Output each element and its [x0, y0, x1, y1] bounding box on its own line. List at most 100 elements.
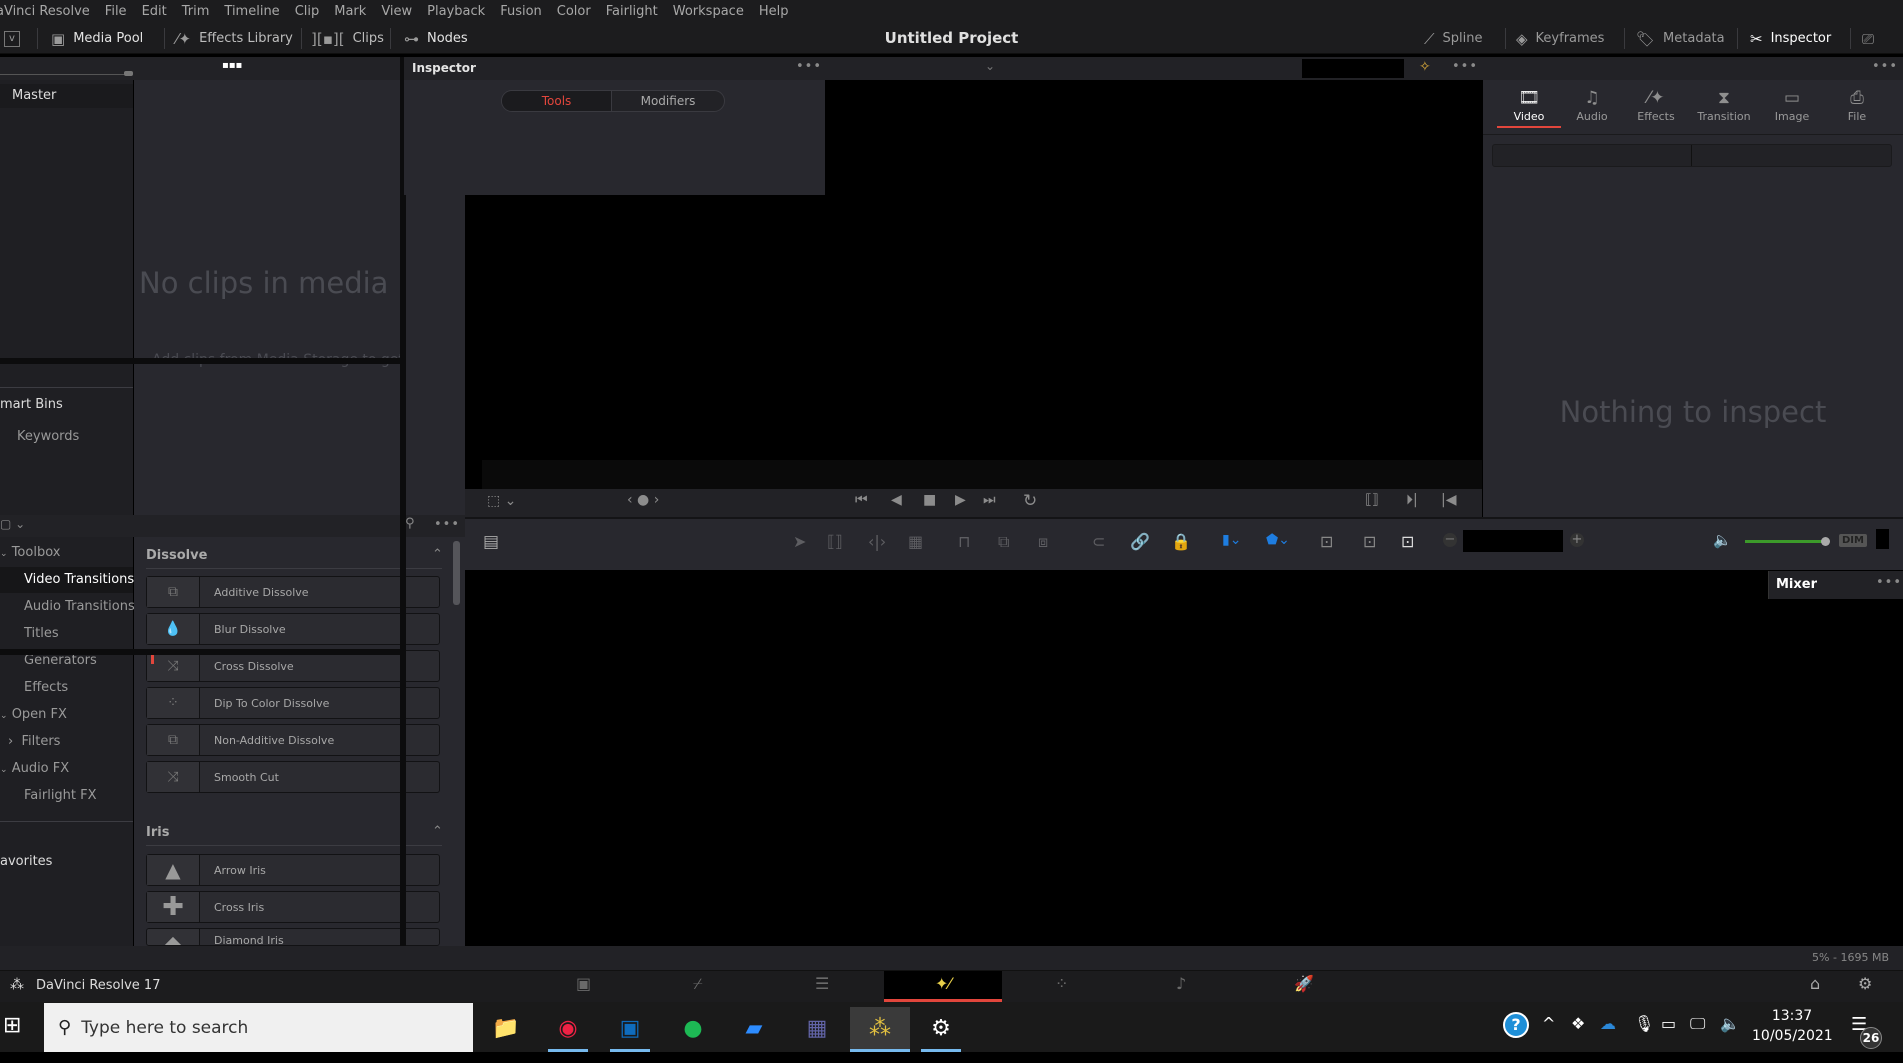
effect-smooth-cut[interactable]: ⤨ Smooth Cut	[146, 761, 440, 793]
home-icon[interactable]: ⌂	[1810, 974, 1820, 993]
effect-non-additive-dissolve[interactable]: ⧉ Non-Additive Dissolve	[146, 724, 440, 756]
insert-clip-icon[interactable]: ⊓	[958, 532, 970, 551]
zoom-slider-handle[interactable]	[124, 71, 133, 76]
tree-video-transitions[interactable]: Video Transitions	[0, 567, 134, 593]
settings-icon[interactable]: ⚙	[916, 1007, 966, 1052]
timecode-field[interactable]	[1302, 59, 1404, 78]
inspector-tab-audio[interactable]: ♫ Audio	[1560, 88, 1624, 123]
tree-filters[interactable]: › Filters	[8, 734, 60, 749]
loop-icon[interactable]: ↻	[1023, 491, 1037, 511]
menu-timeline[interactable]: Timeline	[224, 4, 279, 19]
next-edit-icon[interactable]: ⏵|	[1406, 492, 1418, 508]
zoom-full-icon[interactable]: ⊡	[1320, 532, 1333, 551]
timeline-view-options-icon[interactable]: ▤	[483, 532, 499, 552]
viewer-size-icon[interactable]: ⬚ ⌄	[487, 493, 516, 509]
inspector-tab-transition[interactable]: ⧗ Transition	[1692, 88, 1756, 123]
effect-dip-to-color[interactable]: ⁘ Dip To Color Dissolve	[146, 687, 440, 719]
menu-color[interactable]: Color	[557, 4, 591, 19]
nodes-button[interactable]: ⊶ Nodes	[404, 23, 468, 54]
outlook-icon[interactable]: ▣	[605, 1007, 655, 1052]
thumbnail-view-icon[interactable]: ▪▪▪	[222, 60, 242, 71]
page-fairlight-icon[interactable]: ♪	[1176, 974, 1186, 993]
selection-tool-icon[interactable]: ➤	[793, 532, 806, 551]
effects-options-icon[interactable]: •••	[434, 517, 460, 532]
flag-icon[interactable]: ▮⌄	[1222, 532, 1241, 548]
volume-icon[interactable]: 🔈	[1720, 1014, 1740, 1033]
battery-icon[interactable]: ▭	[1661, 1014, 1676, 1033]
effects-library-button[interactable]: ⁄✦ Effects Library	[176, 23, 293, 54]
inspector-tab-file[interactable]: ⎙ File	[1825, 88, 1889, 123]
inspector-options-icon[interactable]: •••	[1872, 59, 1898, 74]
clips-button[interactable]: ][▪][Clips	[311, 23, 384, 54]
previous-edit-icon[interactable]: |◀	[1441, 492, 1456, 508]
mixer-options-icon[interactable]: •••	[1876, 575, 1902, 590]
menu-workspace[interactable]: Workspace	[673, 4, 744, 19]
tree-open-fx[interactable]: ⌄ Open FX	[0, 707, 67, 722]
trim-tool-icon[interactable]: ⟦⟧	[827, 532, 843, 551]
dropbox-icon[interactable]: ❖	[1571, 1014, 1585, 1033]
zoom-icon[interactable]: ▰	[729, 1007, 779, 1049]
zoom-in-button[interactable]: +	[1570, 533, 1584, 547]
fullscreen-toggle[interactable]: ⎚	[1862, 23, 1874, 54]
effect-arrow-iris[interactable]: ▲ Arrow Iris	[146, 854, 440, 886]
inspector-button[interactable]: ✂ Inspector	[1750, 23, 1831, 54]
effect-cross-iris[interactable]: ✚ Cross Iris	[146, 891, 440, 923]
onedrive-icon[interactable]: ☁	[1600, 1014, 1616, 1033]
collapse-icon[interactable]: ⌃	[432, 824, 443, 839]
menu-fusion[interactable]: Fusion	[500, 4, 542, 19]
tree-generators[interactable]: Generators	[24, 653, 97, 668]
bin-keywords[interactable]: Keywords	[17, 429, 79, 444]
page-deliver-icon[interactable]: 🚀	[1294, 974, 1314, 993]
menu-trim[interactable]: Trim	[182, 4, 210, 19]
jog-control[interactable]: ‹ ● ›	[627, 492, 659, 508]
menu-app[interactable]: aVinci Resolve	[0, 4, 90, 19]
tree-audio-transitions[interactable]: Audio Transitions	[24, 599, 135, 614]
step-back-icon[interactable]: ◀	[891, 492, 902, 508]
go-to-start-icon[interactable]: ⏮	[855, 492, 868, 508]
tree-effects[interactable]: Effects	[24, 680, 68, 695]
page-color-icon[interactable]: ⁘	[1055, 974, 1068, 993]
settings-gear-icon[interactable]: ⚙	[1858, 974, 1872, 993]
overwrite-clip-icon[interactable]: ⧉	[998, 532, 1009, 552]
microphone-icon[interactable]: 🎙	[1634, 1014, 1654, 1033]
blade-tool-icon[interactable]: ▦	[908, 532, 923, 551]
chevron-down-icon[interactable]: ⌄	[985, 59, 995, 73]
bin-master[interactable]: Master	[0, 84, 133, 108]
taskbar-search[interactable]: ⚲ Type here to search	[44, 1003, 473, 1052]
menu-edit[interactable]: Edit	[142, 4, 167, 19]
menu-help[interactable]: Help	[759, 4, 789, 19]
effects-scrollbar[interactable]	[453, 541, 460, 605]
keyframes-button[interactable]: ◈ Keyframes	[1516, 23, 1604, 54]
tree-titles[interactable]: Titles	[24, 626, 59, 641]
effect-blur-dissolve[interactable]: 💧 Blur Dissolve	[146, 613, 440, 645]
volume-slider[interactable]	[1745, 540, 1825, 543]
speaker-icon[interactable]: 🔈	[1713, 531, 1732, 549]
inspector-tab-video[interactable]: 🎞 Video	[1497, 88, 1561, 128]
snapping-icon[interactable]: ⊂	[1092, 532, 1105, 551]
match-frame-icon[interactable]: ⟦⟧	[1365, 492, 1379, 508]
spotify-icon[interactable]: ●	[668, 1007, 718, 1049]
tab-tools[interactable]: Tools	[502, 91, 612, 111]
chrome-icon[interactable]: ◉	[543, 1007, 593, 1052]
volume-handle[interactable]	[1821, 537, 1830, 546]
dynamic-trim-icon[interactable]: ‹|›	[868, 532, 886, 551]
panel-splitter[interactable]	[0, 649, 403, 655]
menu-clip[interactable]: Clip	[295, 4, 320, 19]
tree-favorites[interactable]: avorites	[0, 854, 52, 869]
network-icon[interactable]: 🖵	[1690, 1014, 1705, 1034]
tree-audio-fx[interactable]: ⌄ Audio FX	[0, 761, 69, 776]
timeline-area[interactable]	[465, 570, 1768, 946]
tree-toolbox[interactable]: ⌄ Toolbox	[0, 545, 60, 560]
davinci-resolve-taskbar-icon[interactable]: ⁂	[850, 1007, 910, 1052]
link-icon[interactable]: 🔗	[1130, 532, 1150, 551]
metadata-button[interactable]: 🏷 Metadata	[1636, 23, 1725, 54]
lock-icon[interactable]: 🔒	[1171, 532, 1191, 551]
tab-modifiers[interactable]: Modifiers	[612, 91, 724, 111]
menu-playback[interactable]: Playback	[427, 4, 485, 19]
help-icon[interactable]: ?	[1503, 1012, 1529, 1038]
menu-fairlight[interactable]: Fairlight	[606, 4, 658, 19]
color-effects-icon[interactable]: ✧	[1419, 59, 1431, 75]
zoom-detail-icon[interactable]: ⊡	[1363, 532, 1376, 551]
menu-mark[interactable]: Mark	[334, 4, 366, 19]
go-to-end-icon[interactable]: ⏭	[983, 492, 996, 508]
